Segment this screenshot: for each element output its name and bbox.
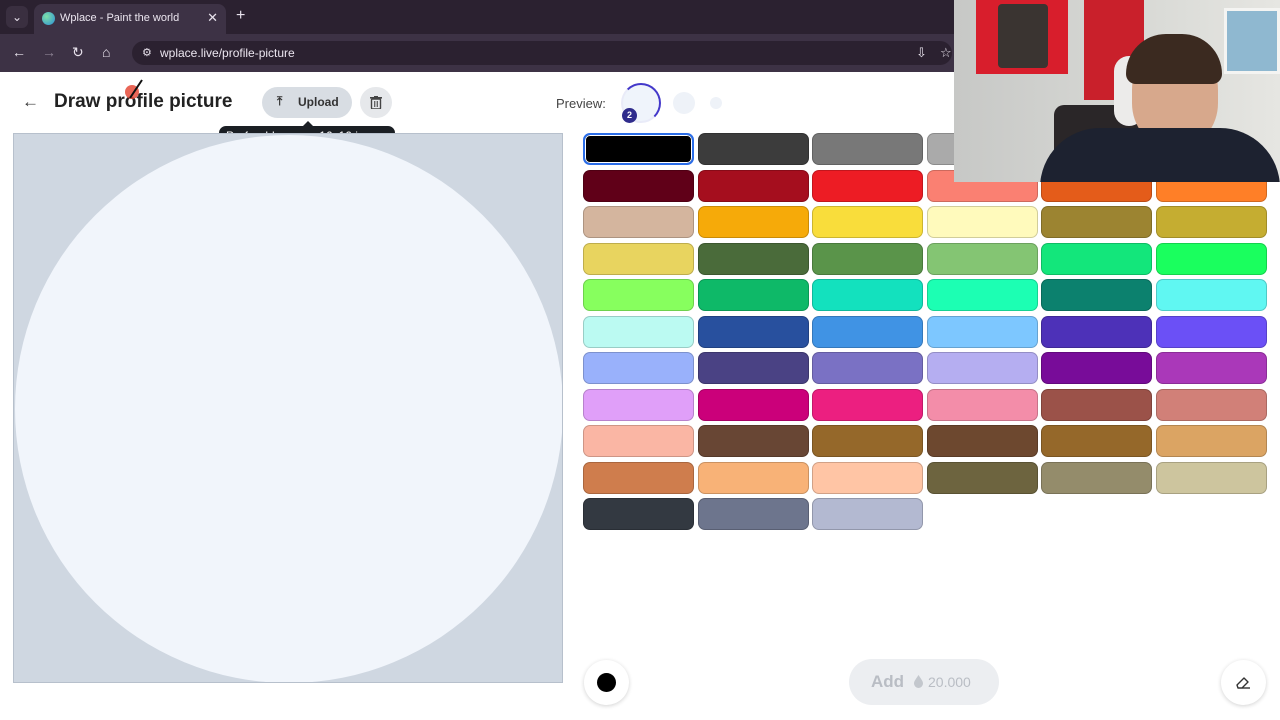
preview-label: Preview: (556, 96, 606, 111)
tab-list-button[interactable]: ⌄ (6, 6, 28, 28)
color-swatch[interactable] (812, 242, 924, 275)
webcam-overlay (954, 0, 1280, 182)
bookmark-star-icon[interactable]: ☆ (940, 45, 952, 61)
color-palette (583, 133, 1267, 533)
color-swatch[interactable] (583, 242, 694, 275)
color-swatch[interactable] (1041, 279, 1153, 311)
drawing-canvas[interactable] (13, 133, 563, 683)
add-label: Add (871, 672, 905, 691)
color-swatch[interactable] (697, 388, 809, 421)
install-app-icon[interactable]: ⇩ (916, 45, 927, 61)
color-swatch[interactable] (812, 279, 924, 311)
color-swatch[interactable] (697, 498, 809, 530)
forward-nav-icon[interactable]: → (42, 44, 56, 60)
color-swatch[interactable] (1155, 206, 1267, 238)
preview-badge: 2 (622, 108, 637, 123)
current-color-dot (597, 673, 616, 692)
webcam-frame (1224, 8, 1280, 74)
reload-icon[interactable]: ↻ (72, 44, 84, 61)
add-cost: 20.000 (928, 674, 971, 690)
color-swatch[interactable] (812, 498, 924, 530)
preview-medium (673, 92, 695, 114)
eraser-button[interactable] (1221, 660, 1266, 705)
delete-button[interactable] (360, 87, 392, 118)
browser-tab[interactable]: Wplace - Paint the world ✕ (34, 4, 226, 34)
color-swatch[interactable] (583, 169, 694, 202)
color-swatch[interactable] (1041, 242, 1153, 275)
color-swatch[interactable] (697, 169, 809, 202)
color-swatch[interactable] (583, 279, 694, 311)
preview-small (710, 97, 722, 109)
color-swatch[interactable] (1041, 206, 1153, 238)
color-swatch[interactable] (697, 242, 809, 275)
color-swatch[interactable] (583, 498, 694, 530)
color-swatch[interactable] (1155, 352, 1267, 384)
color-swatch[interactable] (926, 425, 1038, 457)
upload-button[interactable]: ⤒ Upload (262, 87, 352, 118)
trash-icon (370, 96, 382, 109)
globe-favicon-icon (42, 12, 55, 25)
back-arrow-icon[interactable]: ← (22, 92, 39, 112)
add-button[interactable]: Add 20.000 (849, 659, 999, 705)
eraser-icon (1236, 677, 1250, 689)
new-tab-button[interactable]: + (236, 7, 245, 25)
color-swatch[interactable] (926, 206, 1038, 238)
color-swatch[interactable] (926, 352, 1038, 384)
color-swatch[interactable] (812, 206, 924, 238)
color-swatch[interactable] (583, 425, 694, 457)
upload-icon: ⤒ (277, 94, 283, 108)
color-swatch[interactable] (1041, 315, 1153, 348)
color-swatch[interactable] (697, 133, 809, 165)
upload-label: Upload (298, 95, 339, 109)
color-swatch[interactable] (812, 133, 924, 165)
color-swatch[interactable] (697, 461, 809, 494)
home-icon[interactable]: ⌂ (102, 44, 110, 60)
color-swatch[interactable] (1155, 242, 1267, 275)
color-swatch[interactable] (1155, 279, 1267, 311)
current-color-button[interactable] (584, 660, 629, 705)
color-swatch[interactable] (812, 388, 924, 421)
color-swatch[interactable] (926, 315, 1038, 348)
color-swatch[interactable] (812, 352, 924, 384)
droplet-icon (914, 675, 923, 688)
tab-title: Wplace - Paint the world (60, 12, 180, 24)
webcam-portrait (998, 4, 1048, 68)
color-swatch[interactable] (926, 279, 1038, 311)
back-nav-icon[interactable]: ← (12, 44, 26, 60)
color-swatch[interactable] (1041, 425, 1153, 457)
color-swatch[interactable] (583, 352, 694, 384)
color-swatch[interactable] (583, 206, 694, 238)
pencil-cursor-icon (125, 79, 143, 99)
color-swatch[interactable] (1155, 425, 1267, 457)
color-swatch[interactable] (697, 279, 809, 311)
color-swatch[interactable] (1155, 315, 1267, 348)
site-info-icon[interactable]: ⚙ (142, 46, 152, 59)
color-swatch[interactable] (697, 352, 809, 384)
color-swatch[interactable] (1155, 461, 1267, 494)
color-swatch[interactable] (583, 388, 694, 421)
color-swatch[interactable] (812, 425, 924, 457)
canvas-circle-mask (15, 135, 562, 682)
color-swatch[interactable] (1041, 388, 1153, 421)
url-text[interactable]: wplace.live/profile-picture (160, 46, 295, 60)
color-swatch[interactable] (926, 242, 1038, 275)
webcam-body (1040, 128, 1280, 182)
color-swatch[interactable] (812, 461, 924, 494)
close-tab-icon[interactable]: ✕ (207, 10, 218, 26)
color-swatch[interactable] (697, 425, 809, 457)
color-swatch[interactable] (697, 206, 809, 238)
color-swatch[interactable] (1041, 352, 1153, 384)
color-swatch[interactable] (926, 388, 1038, 421)
color-swatch[interactable] (583, 461, 694, 494)
color-swatch[interactable] (812, 169, 924, 202)
color-swatch[interactable] (583, 133, 694, 165)
color-swatch[interactable] (1155, 388, 1267, 421)
color-swatch[interactable] (1041, 461, 1153, 494)
address-bar[interactable]: ⚙ wplace.live/profile-picture ⇩ ☆ (132, 41, 952, 65)
color-swatch[interactable] (812, 315, 924, 348)
color-swatch[interactable] (926, 461, 1038, 494)
color-swatch[interactable] (583, 315, 694, 348)
color-swatch[interactable] (697, 315, 809, 348)
